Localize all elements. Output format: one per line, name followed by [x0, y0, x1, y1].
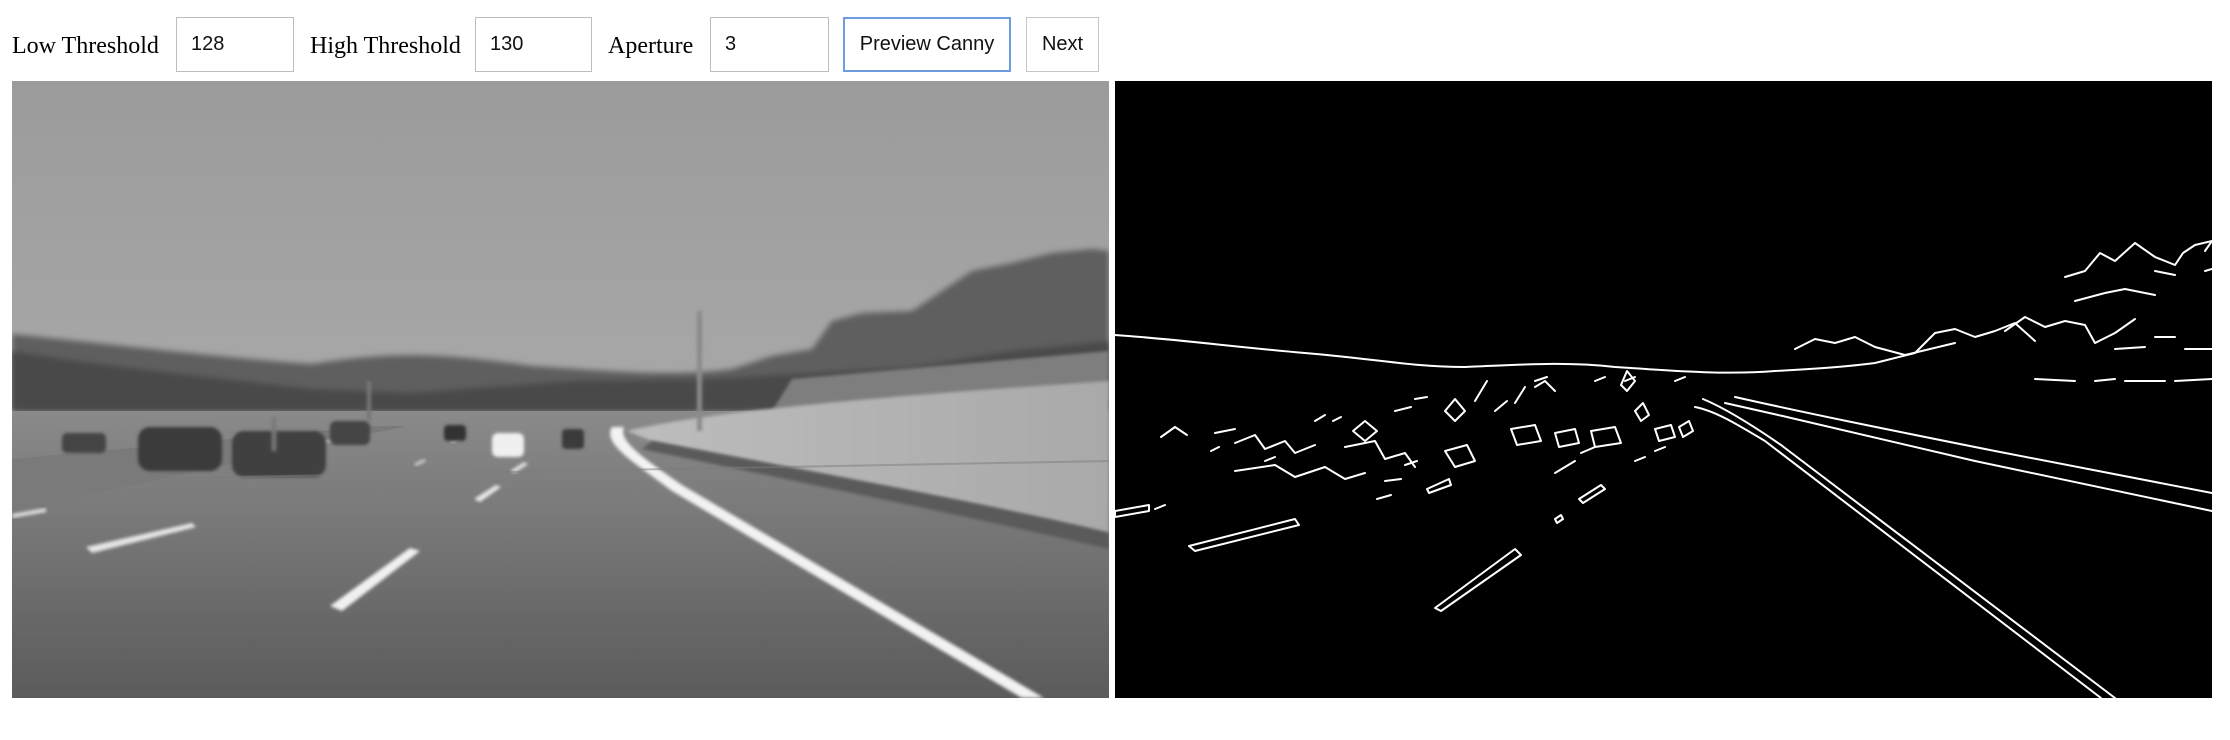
canny-toolbar: Low Threshold High Threshold Aperture Pr… — [0, 0, 1300, 80]
preview-canny-button[interactable]: Preview Canny — [843, 17, 1011, 72]
edge-image — [1115, 81, 2212, 698]
source-image-canvas — [12, 81, 1109, 698]
edge-image-canvas — [1115, 81, 2212, 698]
source-image — [12, 81, 1109, 698]
next-button[interactable]: Next — [1026, 17, 1099, 72]
low-threshold-label: Low Threshold — [12, 33, 159, 59]
high-threshold-label: High Threshold — [310, 33, 461, 59]
high-threshold-input[interactable] — [475, 17, 592, 72]
low-threshold-input[interactable] — [176, 17, 294, 72]
aperture-input[interactable] — [710, 17, 829, 72]
aperture-label: Aperture — [608, 33, 694, 59]
